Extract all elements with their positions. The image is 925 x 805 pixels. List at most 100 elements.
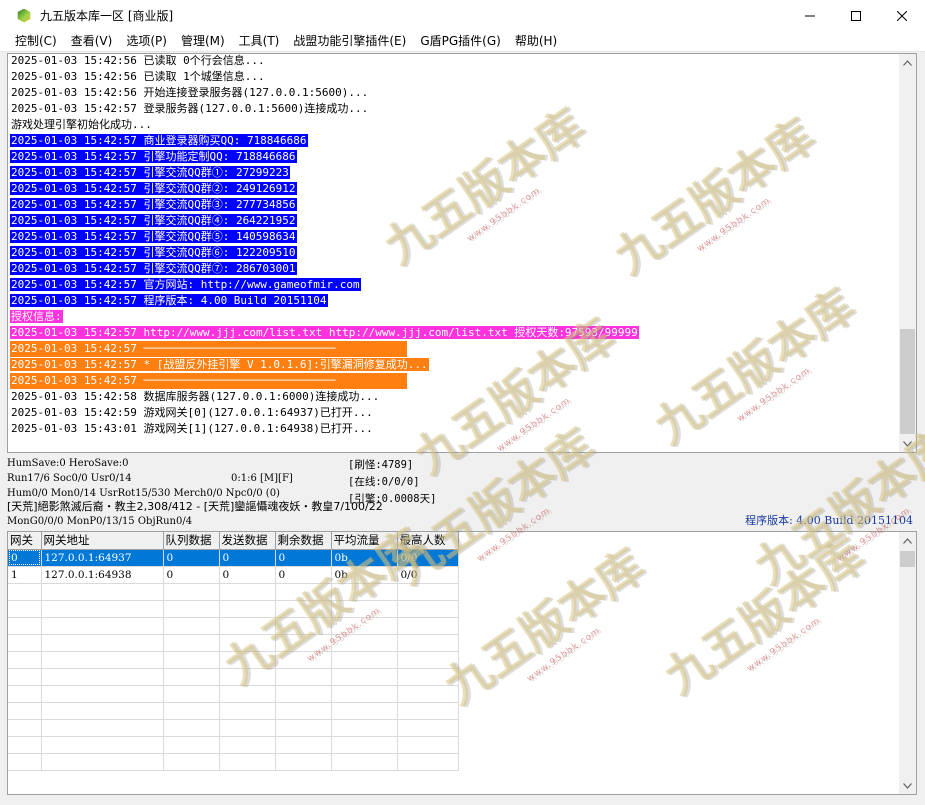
table-cell: [275, 651, 332, 669]
column-header[interactable]: 最高人数: [397, 532, 459, 550]
table-cell: [331, 651, 398, 669]
table-cell: [8, 600, 42, 618]
table-cell: [275, 719, 332, 737]
table-row[interactable]: [8, 719, 459, 737]
log-line-text: 2025-01-03 15:42:57 官方网站: http://www.gam…: [10, 278, 361, 291]
gate-grid[interactable]: 网关 网关地址 队列数据 发送数据 剩余数据 平均流量 最高人数 0 127.0.0.1:64…: [7, 531, 917, 795]
scroll-up-arrow-icon[interactable]: [899, 54, 916, 71]
table-cell: [397, 702, 459, 720]
column-header[interactable]: 剩余数据: [275, 532, 332, 550]
table-cell: [41, 753, 164, 771]
gate-scroll-down-arrow-icon[interactable]: [899, 777, 916, 794]
status-clock: 0:1:6 [M][F]: [231, 473, 293, 484]
log-line-text: 2025-01-03 15:42:57 程序版本: 4.00 Build 201…: [10, 294, 328, 307]
menu-item[interactable]: G盾PG插件(G): [413, 32, 508, 51]
log-line: 2025-01-03 15:42:57 ────────────────────…: [10, 341, 900, 357]
scroll-down-arrow-icon[interactable]: [899, 435, 916, 452]
table-cell: [163, 685, 220, 703]
table-cell: [275, 600, 332, 618]
log-line: 2025-01-03 15:42:57 引擎交流QQ群⑦: 286703001: [10, 261, 900, 277]
table-cell: [397, 600, 459, 618]
table-cell: [163, 600, 220, 618]
table-cell: [397, 668, 459, 686]
table-cell: [275, 753, 332, 771]
table-cell: [219, 617, 276, 635]
table-cell: [397, 651, 459, 669]
table-cell: [41, 617, 164, 635]
gate-scroll-thumb[interactable]: [900, 551, 915, 567]
menu-item[interactable]: 工具(T): [232, 32, 287, 51]
log-line-text: 2025-01-03 15:42:59 游戏网关[0](127.0.0.1:64…: [11, 406, 373, 419]
menu-item[interactable]: 战盟功能引擎插件(E): [286, 32, 413, 51]
table-cell: [41, 736, 164, 754]
table-cell: [331, 685, 398, 703]
table-cell: [41, 668, 164, 686]
table-cell: [331, 736, 398, 754]
table-cell: [397, 736, 459, 754]
log-line: 2025-01-03 15:42:57 登录服务器(127.0.0.1:5600…: [10, 101, 900, 117]
table-cell: [8, 753, 42, 771]
table-cell: 0: [219, 549, 276, 567]
table-cell: [331, 600, 398, 618]
table-cell: [275, 668, 332, 686]
maximize-button[interactable]: [833, 0, 879, 31]
table-cell: [41, 685, 164, 703]
table-cell: [275, 685, 332, 703]
table-row[interactable]: [8, 583, 459, 601]
table-row[interactable]: [8, 651, 459, 669]
menu-item[interactable]: 查看(V): [64, 32, 120, 51]
log-panel[interactable]: 2025-01-03 15:42:56 已读取 0个行会信息... 2025-01…: [7, 53, 917, 453]
table-cell: [275, 736, 332, 754]
table-row[interactable]: [8, 668, 459, 686]
status-hum: Hum0/0 Mon0/14 UsrRot15/530 Merch0/0 Npc…: [7, 488, 280, 499]
table-cell: [331, 702, 398, 720]
log-line-text: 2025-01-03 15:42:57 引擎交流QQ群③: 277734856: [10, 198, 297, 211]
log-line: 2025-01-03 15:42:57 ────────────────────…: [10, 373, 900, 389]
menu-bar: 控制(C) 查看(V) 选项(P) 管理(M) 工具(T) 战盟功能引擎插件(E) G盾PG…: [0, 31, 925, 52]
table-row[interactable]: [8, 617, 459, 635]
column-header[interactable]: 发送数据: [219, 532, 276, 550]
table-cell: 0: [163, 566, 220, 584]
table-cell: [163, 736, 220, 754]
maximize-icon: [851, 10, 861, 21]
log-scrollbar[interactable]: [899, 54, 916, 452]
table-row[interactable]: [8, 685, 459, 703]
gate-scroll-up-arrow-icon[interactable]: [899, 532, 916, 549]
menu-item[interactable]: 选项(P): [119, 32, 174, 51]
log-line-text: 2025-01-03 15:42:57 引擎交流QQ群⑤: 140598634: [10, 230, 297, 243]
table-row[interactable]: [8, 702, 459, 720]
table-row[interactable]: [8, 600, 459, 618]
menu-item[interactable]: 控制(C): [8, 32, 64, 51]
table-cell: [8, 702, 42, 720]
table-row[interactable]: 0 127.0.0.1:64937 0 0 0 0b 0/0: [8, 549, 459, 567]
version-label: 程序版本: 4.00 Build 20151104: [745, 514, 913, 527]
table-cell: [397, 753, 459, 771]
menu-item[interactable]: 管理(M): [174, 32, 232, 51]
table-cell: [41, 634, 164, 652]
menu-item[interactable]: 帮助(H): [508, 32, 564, 51]
table-row[interactable]: [8, 753, 459, 771]
column-header[interactable]: 队列数据: [163, 532, 220, 550]
log-line: 2025-01-03 15:42:57 程序版本: 4.00 Build 201…: [10, 293, 900, 309]
gate-scrollbar[interactable]: [899, 532, 916, 794]
status-engine-days: [引擎:0.0008天]: [348, 493, 437, 505]
log-line: 2025-01-03 15:42:57 官方网站: http://www.gam…: [10, 277, 900, 293]
minimize-button[interactable]: [787, 0, 833, 31]
log-scroll-thumb[interactable]: [900, 329, 915, 434]
status-run: Run17/6 Soc0/0 Usr0/14: [7, 473, 132, 484]
column-header[interactable]: 网关: [8, 532, 42, 550]
column-header[interactable]: 网关地址: [41, 532, 164, 550]
table-row[interactable]: 1 127.0.0.1:64938 0 0 0 0b 0/0: [8, 566, 459, 584]
table-cell: [275, 702, 332, 720]
close-button[interactable]: [879, 0, 925, 31]
log-line-text: 2025-01-03 15:43:01 游戏网关[1](127.0.0.1:64…: [11, 422, 373, 435]
table-cell: [275, 583, 332, 601]
table-cell: [41, 719, 164, 737]
table-row[interactable]: [8, 736, 459, 754]
column-header[interactable]: 平均流量: [331, 532, 398, 550]
table-row[interactable]: [8, 634, 459, 652]
log-lines: 2025-01-03 15:42:56 已读取 0个行会信息... 2025-01…: [10, 54, 900, 437]
title-bar[interactable]: 九五版本库一区 [商业版]: [0, 0, 925, 31]
table-cell: [219, 753, 276, 771]
table-cell: [219, 736, 276, 754]
